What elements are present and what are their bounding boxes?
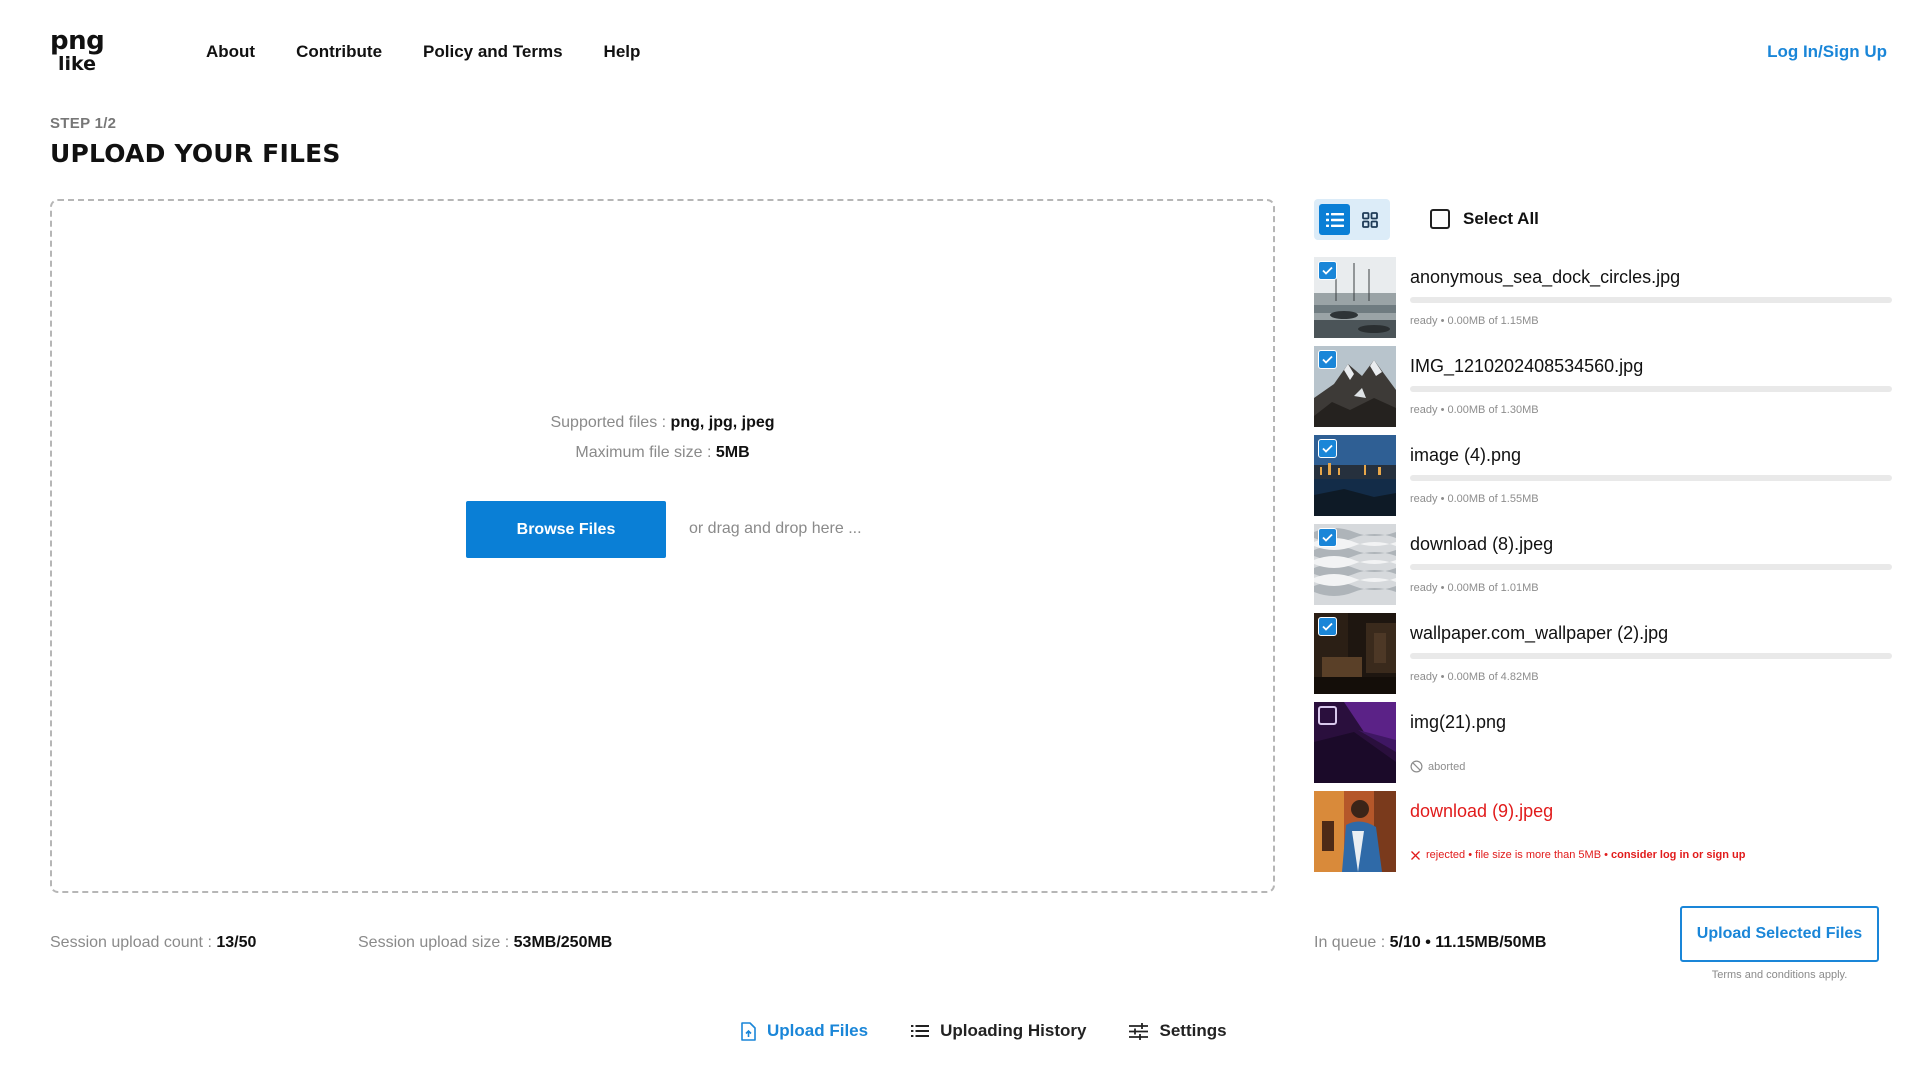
session-upload-size: Session upload size : 53MB/250MB (358, 934, 612, 952)
logo-line-1: png (50, 26, 105, 56)
queue-status: In queue : 5/10 • 11.15MB/50MB (1314, 934, 1546, 952)
progress-bar (1410, 564, 1892, 570)
view-toggle (1314, 199, 1390, 240)
terms-note: Terms and conditions apply. (1711, 969, 1848, 981)
file-thumbnail (1314, 524, 1396, 605)
nav-contribute[interactable]: Contribute (296, 42, 382, 62)
file-status: aborted (1410, 760, 1465, 773)
supported-files-label: Supported files : (550, 414, 671, 431)
session-count-value: 13/50 (216, 934, 257, 951)
file-status: ready • 0.00MB of 1.55MB (1410, 493, 1539, 505)
browse-files-button[interactable]: Browse Files (466, 501, 666, 558)
tab-uploading-history[interactable]: Uploading History (911, 1021, 1086, 1041)
progress-bar (1410, 297, 1892, 303)
progress-bar (1410, 386, 1892, 392)
dropzone-info: Supported files : png, jpg, jpeg Maximum… (52, 408, 1273, 468)
grid-icon (1361, 211, 1378, 228)
select-all[interactable]: Select All (1430, 209, 1539, 229)
file-name: image (4).png (1410, 445, 1522, 465)
file-status: rejected • file size is more than 5MB • … (1410, 849, 1745, 861)
check-icon (1322, 444, 1333, 453)
file-thumbnail (1314, 613, 1396, 694)
step-indicator: STEP 1/2 (50, 115, 117, 132)
list-icon (1325, 212, 1344, 227)
file-thumbnail (1314, 791, 1396, 872)
progress-bar (1410, 653, 1892, 659)
file-item[interactable]: anonymous_sea_dock_circles.jpg ready • 0… (1314, 257, 1892, 338)
list-icon (911, 1025, 930, 1037)
tab-upload-files[interactable]: Upload Files (740, 1021, 868, 1041)
check-icon (1322, 266, 1333, 275)
select-all-checkbox[interactable] (1430, 209, 1450, 229)
tab-settings[interactable]: Settings (1129, 1021, 1227, 1041)
sliders-icon (1129, 1022, 1149, 1040)
queue-label: In queue : (1314, 934, 1390, 951)
file-status: ready • 0.00MB of 4.82MB (1410, 671, 1539, 683)
session-upload-count: Session upload count : 13/50 (50, 934, 256, 952)
file-thumbnail (1314, 435, 1396, 516)
logo-line-2: like (58, 53, 97, 75)
session-size-label: Session upload size : (358, 934, 514, 951)
grid-view-button[interactable] (1354, 204, 1385, 235)
login-signup-link[interactable]: Log In/Sign Up (1767, 42, 1887, 62)
file-thumbnail (1314, 702, 1396, 783)
check-icon (1322, 622, 1333, 631)
file-item[interactable]: wallpaper.com_wallpaper (2).jpg ready • … (1314, 613, 1892, 694)
aborted-icon (1410, 760, 1423, 773)
file-name: img(21).png (1410, 712, 1507, 732)
session-size-value: 53MB/250MB (513, 934, 613, 951)
upload-selected-files-button[interactable]: Upload Selected Files (1680, 906, 1879, 962)
file-list: anonymous_sea_dock_circles.jpg ready • 0… (1314, 257, 1892, 880)
login-suggestion-link[interactable]: consider log in or sign up (1611, 849, 1745, 861)
file-checkbox[interactable] (1318, 528, 1337, 547)
list-view-button[interactable] (1319, 204, 1350, 235)
bottom-tabs: Upload Files Uploading History Settings (740, 1021, 1227, 1041)
file-thumbnail (1314, 257, 1396, 338)
tab-label: Uploading History (940, 1021, 1087, 1040)
file-checkbox[interactable] (1318, 439, 1337, 458)
nav-about[interactable]: About (206, 42, 255, 62)
file-name: wallpaper.com_wallpaper (2).jpg (1410, 623, 1669, 643)
drag-drop-hint: or drag and drop here ... (689, 520, 862, 537)
queue-value: 5/10 • 11.15MB/50MB (1389, 934, 1547, 951)
file-checkbox[interactable] (1318, 350, 1337, 369)
session-count-label: Session upload count : (50, 934, 217, 951)
file-name: download (8).jpeg (1410, 534, 1554, 554)
file-checkbox[interactable] (1318, 617, 1337, 636)
check-icon (1322, 533, 1333, 542)
file-item[interactable]: img(21).png aborted (1314, 702, 1892, 783)
max-size-label: Maximum file size : (575, 444, 716, 461)
file-thumbnail (1314, 346, 1396, 427)
file-checkbox[interactable] (1318, 261, 1337, 280)
file-status-text: aborted (1428, 760, 1466, 773)
supported-files-value: png, jpg, jpeg (670, 414, 775, 431)
check-icon (1322, 355, 1333, 364)
file-item[interactable]: image (4).png ready • 0.00MB of 1.55MB (1314, 435, 1892, 516)
drop-zone[interactable]: Supported files : png, jpg, jpeg Maximum… (50, 199, 1275, 893)
file-item[interactable]: download (9).jpeg rejected • file size i… (1314, 791, 1892, 872)
logo[interactable]: png like (50, 26, 105, 75)
max-size-value: 5MB (715, 444, 750, 461)
nav-policy-and-terms[interactable]: Policy and Terms (423, 42, 563, 62)
file-status-text: rejected • file size is more than 5MB • (1426, 849, 1611, 861)
progress-bar (1410, 475, 1892, 481)
select-all-label: Select All (1463, 209, 1539, 228)
file-status: ready • 0.00MB of 1.15MB (1410, 315, 1539, 327)
rejected-icon (1411, 850, 1420, 860)
page-title: UPLOAD YOUR FILES (50, 139, 341, 168)
file-name: download (9).jpeg (1410, 801, 1554, 821)
file-name: IMG_1210202408534560.jpg (1410, 356, 1644, 376)
file-status: ready • 0.00MB of 1.01MB (1410, 582, 1539, 594)
file-item[interactable]: download (8).jpeg ready • 0.00MB of 1.01… (1314, 524, 1892, 605)
tab-label: Upload Files (767, 1021, 869, 1040)
nav-help[interactable]: Help (604, 42, 641, 62)
file-status: ready • 0.00MB of 1.30MB (1410, 404, 1539, 416)
tab-label: Settings (1159, 1021, 1227, 1040)
main-nav: About Contribute Policy and Terms Help (206, 42, 640, 62)
file-checkbox[interactable] (1318, 706, 1337, 725)
file-name: anonymous_sea_dock_circles.jpg (1410, 267, 1681, 287)
upload-file-icon (741, 1021, 756, 1041)
file-item[interactable]: IMG_1210202408534560.jpg ready • 0.00MB … (1314, 346, 1892, 427)
